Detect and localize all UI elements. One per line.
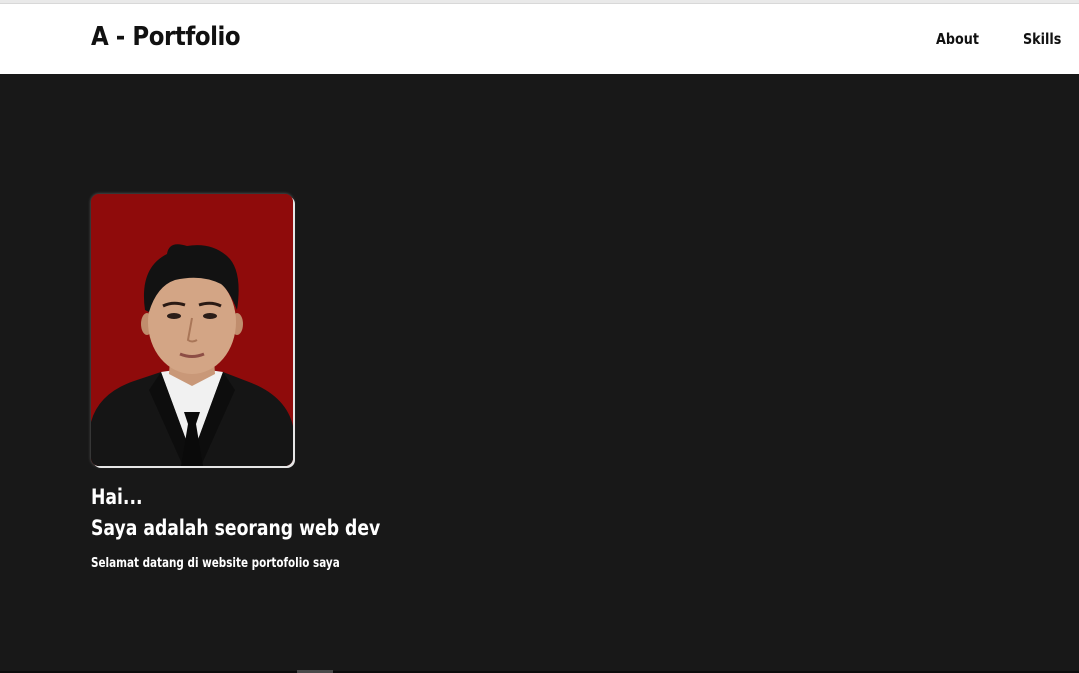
- brand-logo[interactable]: A - Portfolio: [91, 22, 241, 52]
- nav-link-skills[interactable]: Skills: [1023, 30, 1061, 48]
- hero-greeting: Hai...: [91, 485, 143, 509]
- hero-section: Hai... Saya adalah seorang web dev Selam…: [0, 74, 1079, 671]
- profile-photo: [91, 194, 293, 466]
- navbar: A - Portfolio About Skills: [0, 4, 1079, 74]
- hero-subtext: Selamat datang di website portofolio say…: [91, 556, 340, 571]
- hero-headline: Saya adalah seorang web dev: [91, 516, 381, 540]
- nav-link-about[interactable]: About: [936, 30, 979, 48]
